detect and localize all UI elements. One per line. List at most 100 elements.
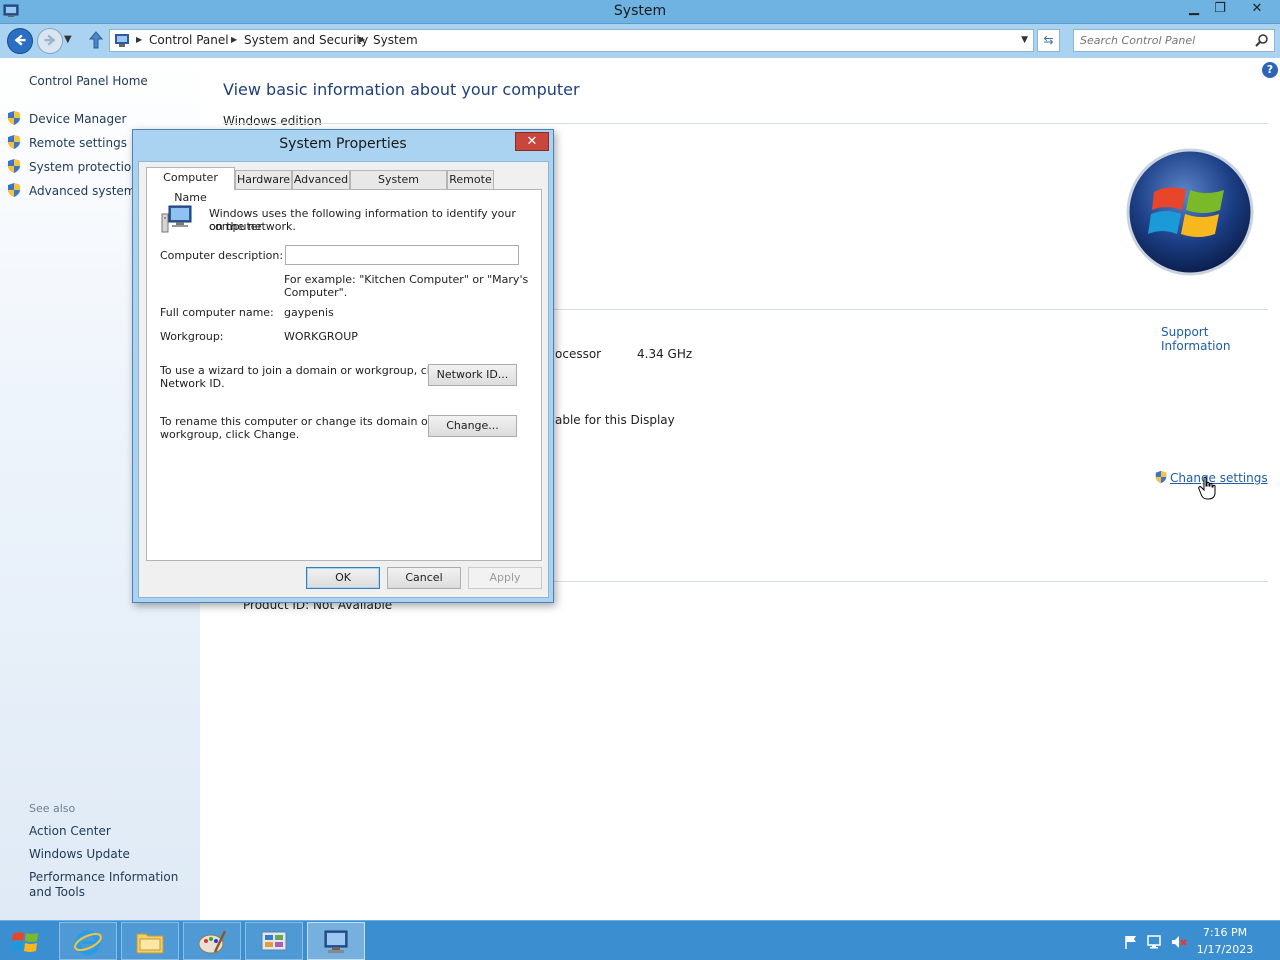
uac-shield-icon <box>8 111 20 125</box>
section-divider <box>223 123 1268 124</box>
intro-text-line2: on the network. <box>209 220 296 233</box>
network-id-text-line1: To use a wizard to join a domain or work… <box>160 364 446 377</box>
address-bar[interactable]: ▶ Control Panel ▶ System and Security ▶ … <box>109 29 1034 52</box>
tab-hardware[interactable]: Hardware <box>235 170 292 189</box>
clock-time[interactable]: 7:16 PM <box>1190 926 1260 939</box>
network-icon[interactable] <box>1147 934 1163 950</box>
nav-link-device-manager[interactable]: Device Manager <box>6 110 126 126</box>
hand-cursor-icon <box>1198 476 1216 500</box>
breadcrumb-separator-icon[interactable]: ▶ <box>359 35 365 44</box>
search-input[interactable] <box>1080 32 1250 49</box>
control-panel-icon <box>115 34 129 47</box>
clock-date[interactable]: 1/17/2023 <box>1190 943 1260 956</box>
dialog-body: Computer Name Hardware Advanced System P… <box>138 161 549 598</box>
nav-link-system-protection[interactable]: System protection <box>6 158 139 174</box>
section-divider <box>553 581 1268 582</box>
cancel-button[interactable]: Cancel <box>387 567 461 589</box>
taskbar-internet-explorer[interactable] <box>59 922 117 960</box>
page-title: View basic information about your comput… <box>223 80 580 99</box>
breadcrumb-separator-icon: ▶ <box>136 35 143 44</box>
apply-button[interactable]: Apply <box>468 567 542 589</box>
rename-text-line2: workgroup, click Change. <box>160 428 300 441</box>
control-panel-icon <box>261 931 287 951</box>
network-id-button[interactable]: Network ID... <box>428 364 517 386</box>
system-properties-dialog: System Properties ✕ Computer Name Hardwa… <box>132 129 554 603</box>
full-computer-name-value: gaypenis <box>284 306 334 319</box>
nav-link-label: Device Manager <box>29 112 127 126</box>
action-center-flag-icon[interactable] <box>1123 934 1139 950</box>
breadcrumb-system[interactable]: System <box>373 33 418 47</box>
support-information-link[interactable]: Support Information <box>1161 325 1280 353</box>
pen-touch-display-text: able for this Display <box>555 413 675 427</box>
uac-shield-icon <box>8 183 20 197</box>
see-also-action-center[interactable]: Action Center <box>29 824 111 838</box>
taskbar-file-explorer[interactable] <box>121 922 179 960</box>
breadcrumb-separator-icon[interactable]: ▶ <box>231 35 237 44</box>
ok-button[interactable]: OK <box>306 567 380 589</box>
system-computer-icon <box>324 930 348 953</box>
forward-arrow-icon <box>44 34 56 46</box>
paint-palette-icon <box>198 930 227 954</box>
breadcrumb-control-panel[interactable]: Control Panel <box>149 33 229 47</box>
rename-text-line1: To rename this computer or change its do… <box>160 415 433 428</box>
dialog-close-button[interactable]: ✕ <box>515 132 549 151</box>
uac-shield-icon <box>8 159 20 173</box>
internet-explorer-icon <box>74 930 102 956</box>
change-button[interactable]: Change... <box>428 415 517 437</box>
control-panel-home-link[interactable]: Control Panel Home <box>29 74 148 88</box>
computer-network-icon <box>161 205 192 233</box>
uac-shield-icon <box>1155 470 1167 484</box>
recent-pages-dropdown[interactable]: ▼ <box>64 34 72 45</box>
taskbar-control-panel[interactable] <box>245 922 303 960</box>
processor-label: ocessor <box>555 347 602 361</box>
back-arrow-icon <box>14 34 26 46</box>
see-also-windows-update[interactable]: Windows Update <box>29 847 130 861</box>
processor-value: 4.34 GHz <box>637 347 693 361</box>
see-also-heading: See also <box>29 802 76 815</box>
uac-shield-icon <box>8 135 20 149</box>
change-settings-label: Change settings <box>1170 471 1268 485</box>
nav-link-remote-settings[interactable]: Remote settings <box>6 134 127 150</box>
example-text-line2: Computer". <box>284 286 348 299</box>
volume-muted-icon[interactable] <box>1171 934 1187 950</box>
computer-description-label: Computer description: <box>160 249 284 262</box>
forward-button[interactable] <box>37 28 63 54</box>
dialog-title: System Properties <box>279 136 407 152</box>
tab-system-protection[interactable]: System Protection <box>350 170 447 203</box>
window-title: System <box>613 3 667 19</box>
computer-name-tab-panel: Windows uses the following information t… <box>146 189 542 561</box>
up-arrow-icon[interactable] <box>87 30 105 50</box>
refresh-button[interactable]: ⇆ <box>1037 29 1060 52</box>
see-also-performance-information[interactable]: Performance Information and Tools <box>29 870 199 900</box>
network-id-text-line2: Network ID. <box>160 377 225 390</box>
tab-remote[interactable]: Remote <box>447 170 494 189</box>
windows-edition-heading: Windows edition <box>223 114 322 128</box>
tab-computer-name[interactable]: Computer Name <box>146 167 235 204</box>
workgroup-value: WORKGROUP <box>284 330 358 343</box>
close-button[interactable]: ✕ <box>1236 0 1278 20</box>
windows-logo-icon <box>1126 148 1254 276</box>
taskbar-paint[interactable] <box>183 922 241 960</box>
taskbar: 7:16 PM 1/17/2023 <box>0 920 1280 960</box>
window-title-bar: System ▁ ❐ ✕ <box>0 0 1280 24</box>
nav-link-label: System protection <box>29 160 139 174</box>
address-dropdown-icon[interactable]: ▼ <box>1021 35 1028 45</box>
taskbar-system-properties[interactable] <box>307 922 365 960</box>
start-button-icon[interactable] <box>8 927 42 957</box>
maximize-button[interactable]: ❐ <box>1207 0 1233 20</box>
example-text-line1: For example: "Kitchen Computer" or "Mary… <box>284 273 529 286</box>
full-computer-name-label: Full computer name: <box>160 306 274 319</box>
nav-link-label: Remote settings <box>29 136 127 150</box>
folder-icon <box>136 933 164 954</box>
computer-description-field[interactable] <box>285 245 519 265</box>
workgroup-label: Workgroup: <box>160 330 224 343</box>
section-divider <box>553 309 1268 310</box>
minimize-button[interactable]: ▁ <box>1181 0 1207 20</box>
back-button[interactable] <box>7 28 33 54</box>
help-icon[interactable]: ? <box>1262 62 1278 78</box>
breadcrumb-system-and-security[interactable]: System and Security <box>244 33 368 47</box>
navigation-bar: ▼ ▶ Control Panel ▶ System and Security … <box>0 24 1280 58</box>
tab-advanced[interactable]: Advanced <box>292 170 350 189</box>
search-box[interactable] <box>1073 29 1275 52</box>
search-icon[interactable] <box>1255 33 1269 47</box>
